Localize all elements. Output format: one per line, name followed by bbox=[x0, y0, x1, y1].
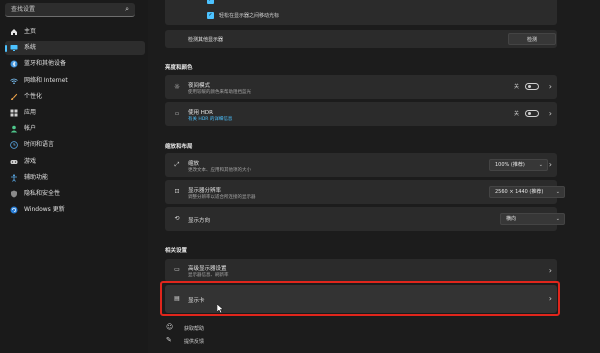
night-light-card[interactable]: ☼ 夜间模式 使用较暖的颜色来帮助阻挡蓝光 关 › bbox=[165, 75, 557, 99]
sun-icon: ☼ bbox=[173, 83, 181, 91]
advanced-display-card[interactable]: ▭ 高级显示器设置 显示器信息、刷新率 › bbox=[165, 259, 557, 282]
sidebar-item-network[interactable]: 网络和 Internet bbox=[5, 74, 145, 88]
scale-value: 100% (推荐) bbox=[495, 162, 525, 168]
sidebar-item-accessibility[interactable]: 辅助功能 bbox=[5, 171, 145, 185]
wifi-icon bbox=[10, 78, 18, 84]
resolution-value: 2560 × 1440 (推荐) bbox=[495, 189, 544, 195]
multi-display-card: ✓ ✓ 轻松在显示器之间移动光标 bbox=[165, 0, 557, 25]
sidebar-item-time-language[interactable]: 时间和语言 bbox=[5, 138, 145, 152]
section-label-scale: 缩放和布局 bbox=[165, 144, 193, 150]
hdr-toggle-label: 关 bbox=[514, 111, 520, 117]
advanced-display-title: 高级显示器设置 bbox=[188, 266, 227, 272]
mouse-cursor-icon bbox=[217, 304, 224, 314]
feedback-icon: ✎ bbox=[166, 336, 172, 344]
shield-icon bbox=[11, 190, 17, 198]
sidebar-item-windows-update[interactable]: Windows 更新 bbox=[5, 203, 145, 217]
night-light-toggle-label: 关 bbox=[514, 84, 520, 90]
orientation-card[interactable]: ⟲ 显示方向 横向 ⌄ bbox=[165, 207, 565, 231]
bluetooth-icon bbox=[10, 60, 18, 68]
hdr-info-link[interactable]: 有关 HDR 的详细信息 bbox=[188, 116, 232, 122]
sidebar-item-label: 隐私和安全性 bbox=[24, 189, 61, 197]
chevron-down-icon: ⌄ bbox=[555, 216, 560, 222]
sidebar-item-label: 游戏 bbox=[24, 157, 37, 165]
brush-icon bbox=[11, 93, 18, 100]
monitor-icon: ▭ bbox=[174, 266, 180, 273]
search-placeholder: 查找设置 bbox=[11, 6, 36, 13]
accessibility-icon bbox=[11, 174, 17, 182]
chevron-down-icon: ⌄ bbox=[538, 162, 543, 168]
advanced-display-subtitle: 显示器信息、刷新率 bbox=[188, 273, 229, 278]
sidebar-item-privacy[interactable]: 隐私和安全性 bbox=[5, 187, 145, 201]
orientation-dropdown[interactable]: 横向 ⌄ bbox=[500, 213, 565, 225]
scale-dropdown[interactable]: 100% (推荐) ⌄ bbox=[489, 159, 548, 171]
sidebar-item-home[interactable]: 主页 bbox=[5, 25, 145, 39]
orientation-icon: ⟲ bbox=[174, 215, 180, 222]
scale-card[interactable]: ⤢ 缩放 更改文本、应用和其他项的大小 100% (推荐) ⌄ › bbox=[165, 153, 557, 177]
sidebar-item-label: 主页 bbox=[24, 28, 37, 35]
checkbox-label: 轻松在显示器之间移动光标 bbox=[219, 13, 280, 19]
sidebar-item-label: 个性化 bbox=[24, 92, 43, 100]
search-input[interactable]: 查找设置 ⌕ bbox=[5, 3, 135, 17]
resolution-icon: ⊡ bbox=[174, 188, 180, 195]
monitor-icon bbox=[10, 45, 18, 52]
section-label-brightness: 亮度和颜色 bbox=[165, 65, 193, 71]
checkbox-move-cursor[interactable]: ✓ bbox=[207, 12, 214, 19]
hdr-icon: ▭ bbox=[174, 111, 180, 117]
scale-icon: ⤢ bbox=[174, 161, 180, 168]
search-icon[interactable]: ⌕ bbox=[125, 3, 129, 16]
orientation-title: 显示方向 bbox=[188, 218, 211, 224]
sidebar-item-label: 网络和 Internet bbox=[24, 76, 68, 84]
feedback-link[interactable]: 提供反馈 bbox=[184, 338, 204, 345]
detect-button[interactable]: 检测 bbox=[508, 33, 556, 45]
sidebar-item-accounts[interactable]: 帐户 bbox=[5, 122, 145, 136]
home-icon bbox=[11, 29, 17, 35]
chevron-down-icon: ⌄ bbox=[555, 189, 560, 195]
night-light-title: 夜间模式 bbox=[188, 83, 211, 89]
orientation-value: 横向 bbox=[506, 216, 517, 222]
scale-title: 缩放 bbox=[188, 161, 200, 167]
sidebar-item-label: 系统 bbox=[24, 44, 37, 52]
sidebar-item-label: Windows 更新 bbox=[24, 206, 65, 214]
hdr-toggle[interactable] bbox=[525, 110, 539, 117]
detect-text: 检测其他显示器 bbox=[188, 37, 224, 43]
sidebar-item-system[interactable]: 系统 bbox=[5, 41, 145, 56]
gamepad-icon bbox=[10, 159, 18, 164]
sidebar-item-label: 应用 bbox=[24, 108, 37, 116]
sidebar-item-label: 帐户 bbox=[24, 125, 37, 133]
resolution-card[interactable]: ⊡ 显示器分辨率 调整分辨率以适合所连接的显示器 2560 × 1440 (推荐… bbox=[165, 180, 565, 204]
sidebar-item-personalization[interactable]: 个性化 bbox=[5, 90, 145, 104]
globe-clock-icon bbox=[10, 141, 18, 150]
chevron-right-icon[interactable]: › bbox=[549, 82, 552, 91]
checkbox-checked-icon[interactable]: ✓ bbox=[207, 0, 214, 4]
get-help-link[interactable]: 获取帮助 bbox=[184, 325, 204, 332]
resolution-title: 显示器分辨率 bbox=[188, 188, 222, 194]
chevron-right-icon[interactable]: › bbox=[549, 109, 552, 118]
sidebar-item-gaming[interactable]: 游戏 bbox=[5, 155, 145, 169]
refresh-icon bbox=[10, 206, 18, 214]
sidebar: 查找设置 ⌕ 主页 系统 蓝牙和其他设备 网络和 Internet 个性化 应用 bbox=[0, 0, 148, 353]
sidebar-nav: 主页 系统 蓝牙和其他设备 网络和 Internet 个性化 应用 帐户 时间和… bbox=[5, 25, 145, 219]
chevron-right-icon[interactable]: › bbox=[549, 266, 552, 275]
sidebar-item-label: 辅助功能 bbox=[24, 173, 49, 181]
help-icon: ☺ bbox=[166, 323, 174, 331]
night-light-subtitle: 使用较暖的颜色来帮助阻挡蓝光 bbox=[188, 90, 251, 95]
person-icon bbox=[10, 125, 18, 133]
apps-icon bbox=[10, 109, 18, 117]
sidebar-item-bluetooth[interactable]: 蓝牙和其他设备 bbox=[5, 57, 145, 71]
scale-subtitle: 更改文本、应用和其他项的大小 bbox=[188, 168, 251, 173]
detect-displays-card: 检测其他显示器 检测 bbox=[165, 30, 557, 48]
sidebar-item-label: 蓝牙和其他设备 bbox=[24, 60, 67, 68]
sidebar-item-label: 时间和语言 bbox=[24, 141, 55, 149]
night-light-toggle[interactable] bbox=[525, 83, 539, 90]
chevron-right-icon[interactable]: › bbox=[549, 160, 552, 169]
sidebar-item-apps[interactable]: 应用 bbox=[5, 106, 145, 120]
resolution-subtitle: 调整分辨率以适合所连接的显示器 bbox=[188, 195, 256, 200]
section-label-related: 相关设置 bbox=[165, 248, 188, 254]
hdr-card[interactable]: ▭ 使用 HDR 有关 HDR 的详细信息 关 › bbox=[165, 102, 557, 126]
hdr-title: 使用 HDR bbox=[188, 110, 213, 116]
resolution-dropdown[interactable]: 2560 × 1440 (推荐) ⌄ bbox=[489, 186, 565, 198]
